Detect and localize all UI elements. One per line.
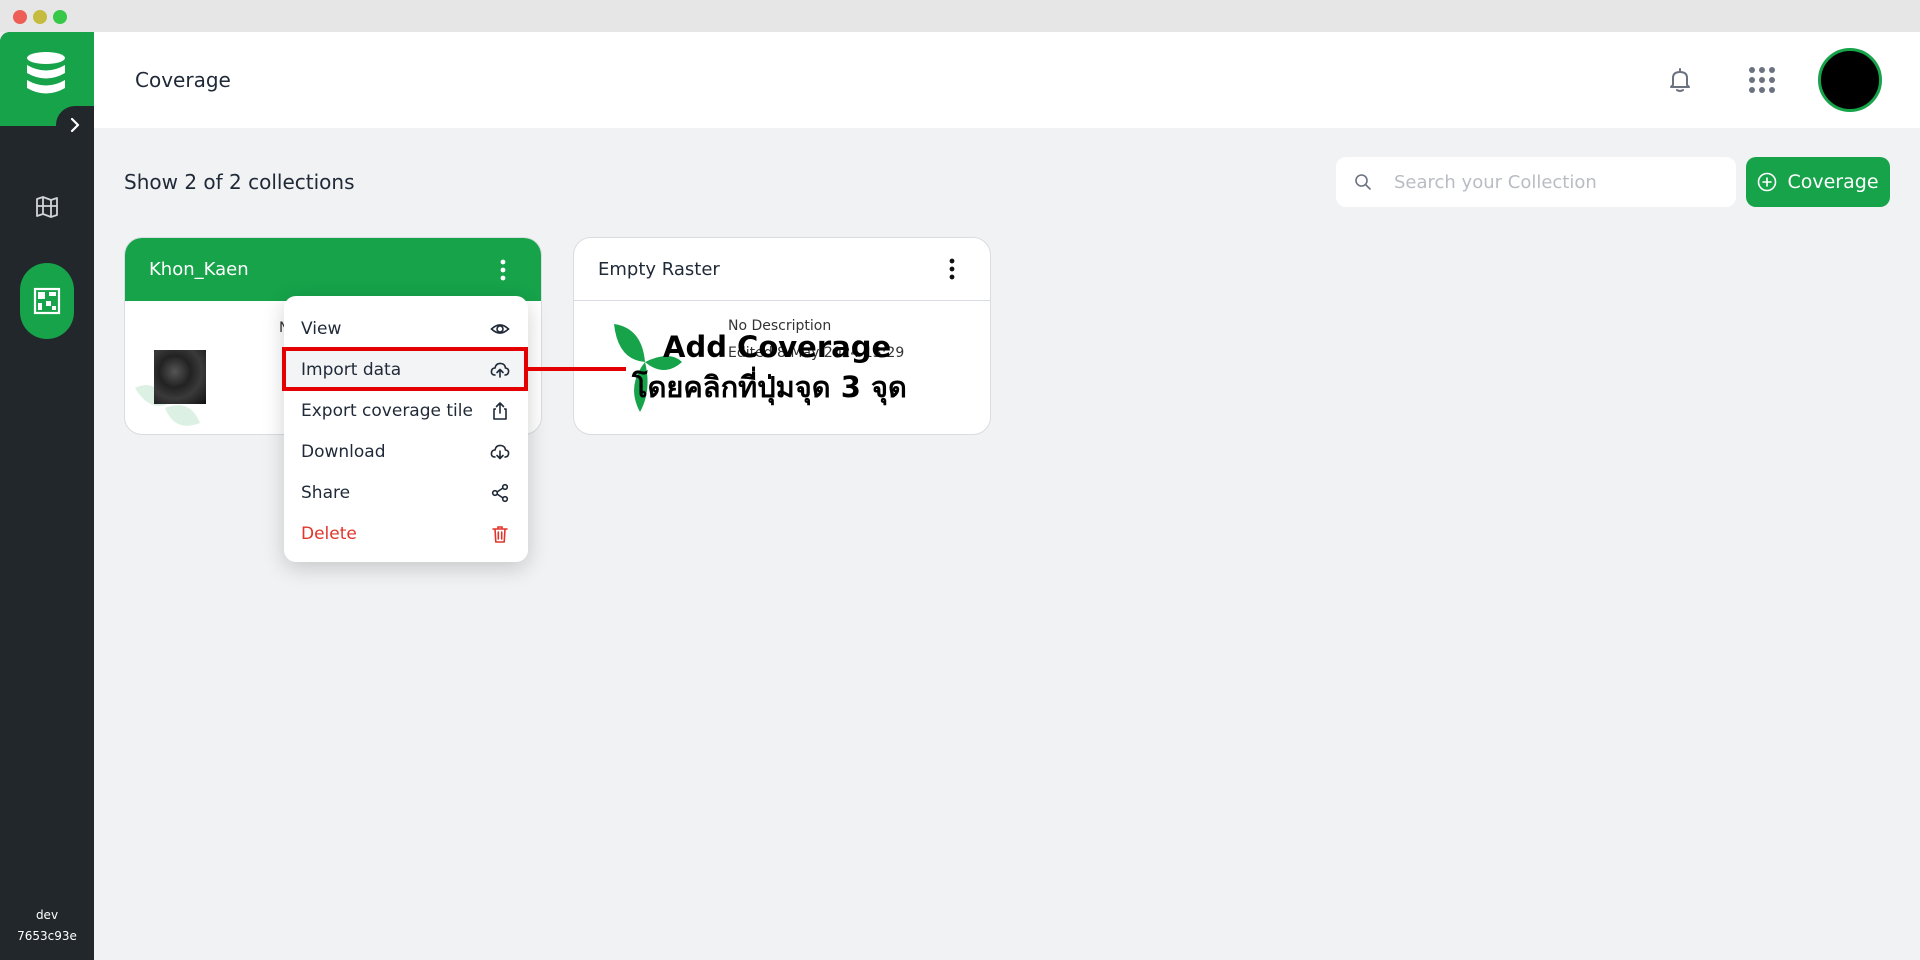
share-nodes-icon (491, 483, 509, 502)
menu-item-label: Delete (301, 523, 357, 544)
cloud-download-icon (490, 444, 510, 459)
notifications-button[interactable] (1662, 62, 1698, 98)
sidebar-item-coverage[interactable] (20, 263, 74, 339)
search-box (1336, 157, 1736, 207)
menu-item-label: Share (301, 482, 351, 503)
window-minimize-button[interactable] (33, 10, 47, 24)
user-avatar[interactable] (1818, 48, 1882, 112)
apps-menu-button[interactable] (1744, 62, 1780, 98)
kebab-menu-icon (949, 258, 955, 280)
sidebar-expand-button[interactable] (56, 106, 94, 144)
card-context-menu: View Import data Export coverage tile Do… (284, 296, 528, 562)
map-icon (36, 196, 58, 218)
add-coverage-button[interactable]: Coverage (1746, 157, 1890, 207)
top-header: Coverage (94, 32, 1920, 128)
bell-icon (1670, 68, 1690, 92)
card-header: Empty Raster (574, 238, 990, 301)
menu-item-download[interactable]: Download (284, 431, 528, 472)
menu-item-view[interactable]: View (284, 308, 528, 349)
sidebar-item-map[interactable] (24, 184, 70, 230)
coverage-thumbnail (154, 350, 206, 404)
collection-count: Show 2 of 2 collections (124, 170, 355, 194)
card-title: Empty Raster (598, 258, 720, 280)
page-title: Coverage (135, 68, 231, 92)
search-icon (1355, 174, 1371, 190)
card-options-button[interactable] (493, 255, 513, 285)
card-options-button[interactable] (942, 254, 962, 284)
menu-item-label: Export coverage tile (301, 400, 473, 421)
grid-coverage-icon (33, 287, 61, 315)
card-title: Khon_Kaen (149, 259, 249, 280)
menu-item-export-coverage-tile[interactable]: Export coverage tile (284, 390, 528, 431)
card-header: Khon_Kaen (125, 238, 541, 301)
tutorial-highlight-box (282, 347, 528, 391)
eye-icon (490, 323, 510, 334)
build-hash: 7653c93e (17, 929, 77, 943)
share-box-icon (493, 401, 507, 420)
menu-item-label: View (301, 318, 342, 339)
menu-item-label: Download (301, 441, 386, 462)
window-close-button[interactable] (13, 10, 27, 24)
trash-icon (492, 525, 508, 543)
environment-name: dev (35, 908, 59, 922)
chevron-right-icon (70, 117, 80, 133)
tutorial-title: Add Coverage (663, 330, 892, 364)
menu-item-delete[interactable]: Delete (284, 513, 528, 554)
kebab-menu-icon (500, 259, 506, 280)
tutorial-subtitle: โดยคลิกที่ปุ่มจุด 3 จุด (632, 370, 907, 404)
search-input[interactable] (1394, 167, 1724, 197)
add-coverage-label: Coverage (1787, 171, 1879, 193)
plus-circle-icon (1758, 172, 1777, 192)
window-maximize-button[interactable] (53, 10, 67, 24)
sidebar: dev 7653c93e (0, 32, 94, 960)
menu-item-share[interactable]: Share (284, 472, 528, 513)
apps-grid-icon (1749, 67, 1775, 93)
window-titlebar (0, 0, 1920, 32)
